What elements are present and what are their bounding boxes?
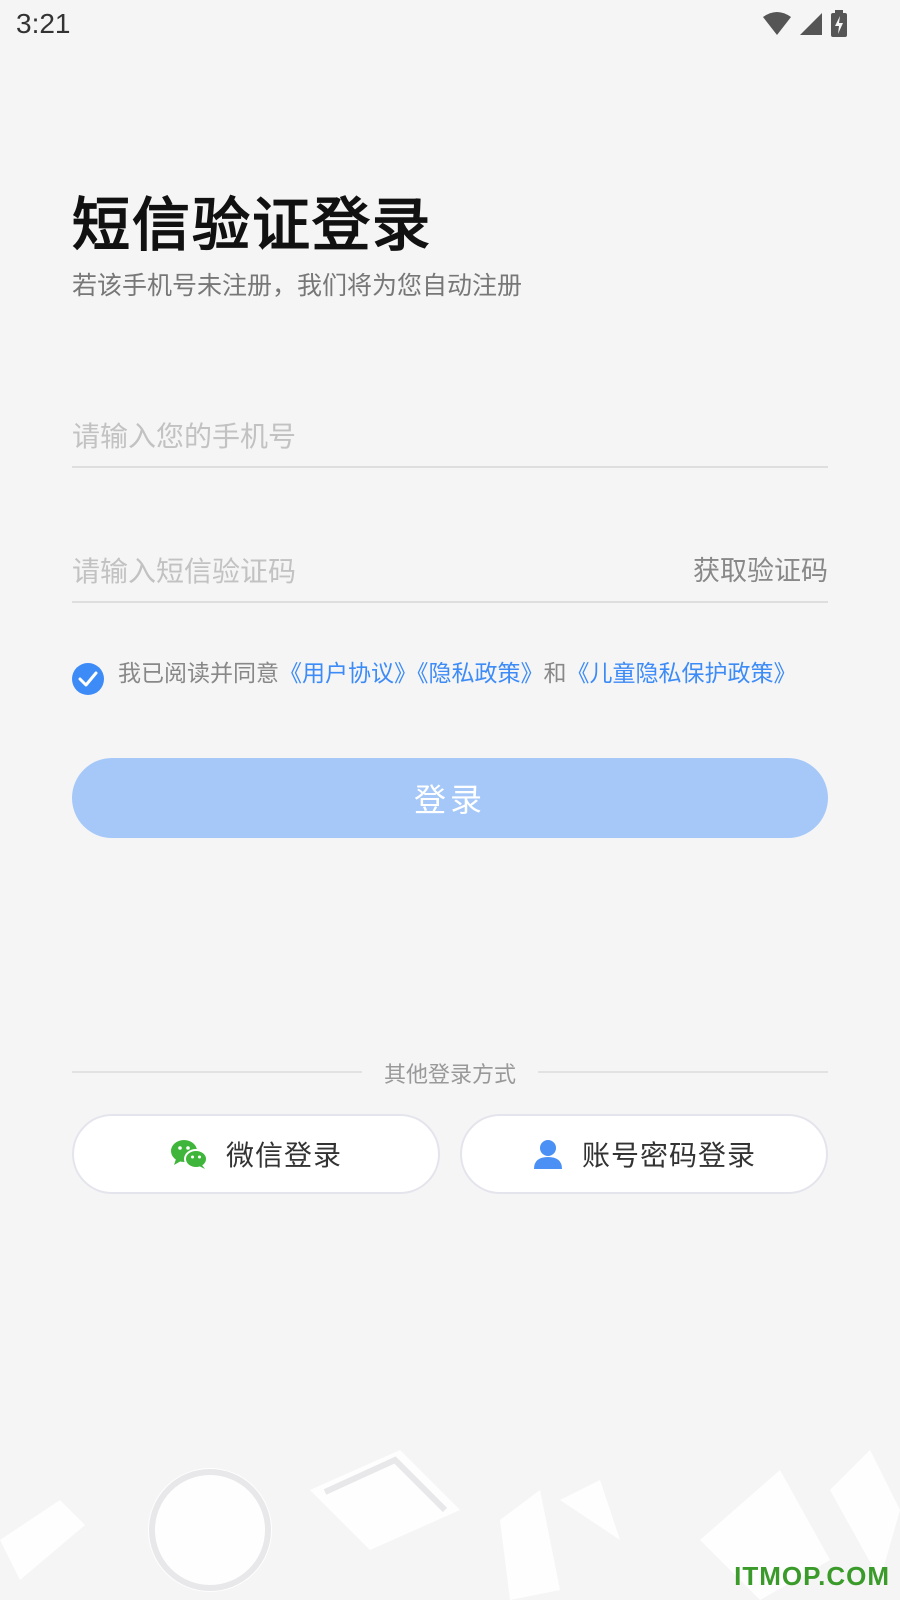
watermark: ITMOP.COM [734, 1561, 890, 1591]
other-login-divider: 其他登录方式 [72, 1057, 828, 1088]
account-login-label: 账号密码登录 [581, 1139, 756, 1172]
wifi-icon [763, 12, 791, 35]
sms-code-input[interactable] [72, 543, 632, 599]
divider-line-right [538, 1071, 828, 1073]
agreement-text: 我已阅读并同意《用户协议》《隐私政策》和《儿童隐私保护政策》 [118, 661, 818, 687]
privacy-policy-link[interactable]: 《隐私政策》 [417, 661, 544, 687]
other-login-label: 其他登录方式 [383, 1063, 516, 1088]
code-field-container: 获取验证码 [72, 543, 828, 603]
status-bar: 3:21 [0, 0, 900, 52]
agreement-checkbox[interactable] [72, 663, 104, 695]
battery-charging-icon [831, 10, 847, 37]
wechat-login-button[interactable]: 微信登录 [72, 1114, 440, 1194]
phone-field-container [72, 408, 828, 468]
get-code-button[interactable]: 获取验证码 [693, 549, 828, 588]
user-icon [533, 1140, 562, 1169]
account-login-button[interactable]: 账号密码登录 [460, 1114, 828, 1194]
user-agreement-link[interactable]: 《用户协议》 [279, 661, 417, 687]
wechat-login-label: 微信登录 [225, 1139, 342, 1172]
phone-input[interactable] [72, 408, 632, 464]
signal-icon [800, 13, 822, 35]
page-title: 短信验证登录 [72, 191, 433, 259]
status-icons [762, 10, 848, 38]
status-time: 3:21 [16, 8, 71, 39]
login-button[interactable]: 登录 [72, 758, 828, 838]
wechat-icon [170, 1140, 208, 1169]
agreement-and: 和 [543, 661, 567, 687]
child-privacy-link[interactable]: 《儿童隐私保护政策》 [567, 661, 797, 687]
agreement-prefix: 我已阅读并同意 [118, 661, 279, 687]
checkmark-icon [78, 671, 98, 687]
page-subtitle: 若该手机号未注册，我们将为您自动注册 [72, 271, 523, 300]
